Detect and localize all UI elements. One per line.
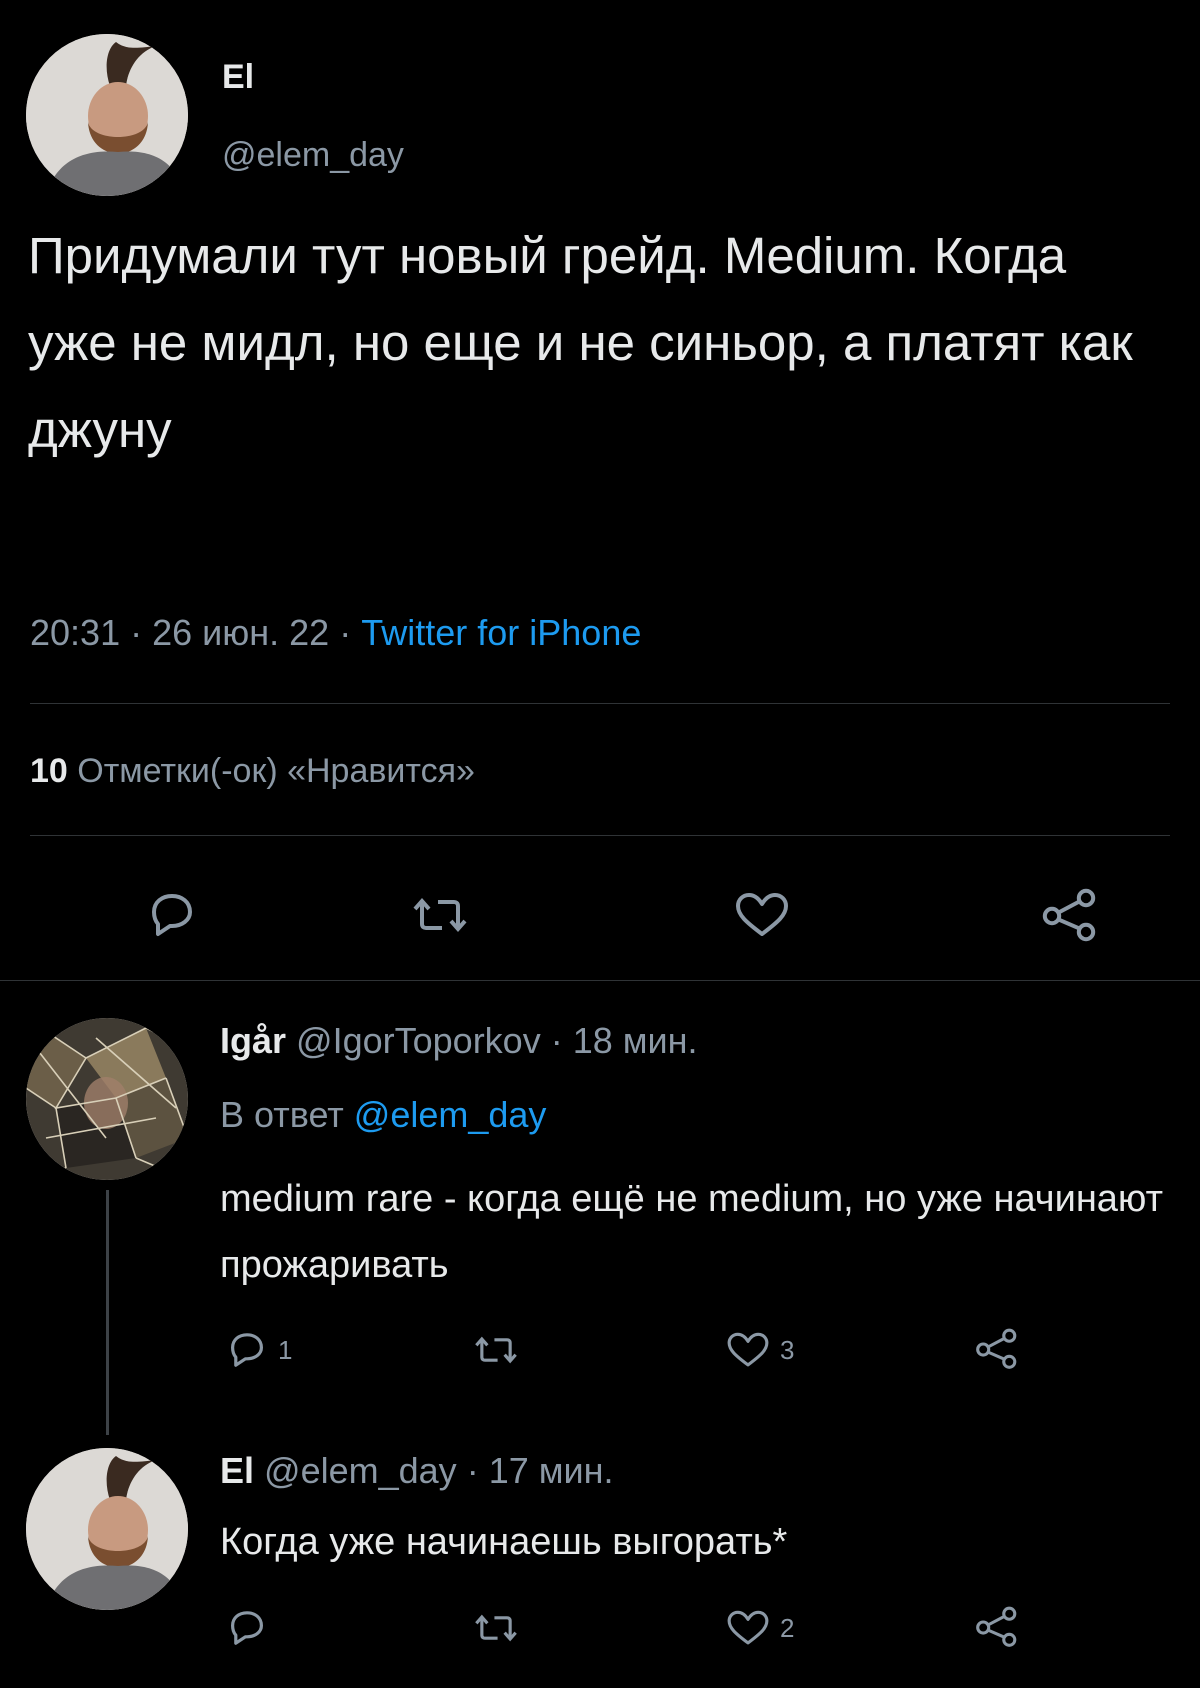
- like-icon: [736, 893, 788, 936]
- reply-to-prefix: В ответ: [220, 1094, 344, 1135]
- share-icon: [976, 1328, 1017, 1369]
- reply-2-like-button[interactable]: 2: [726, 1608, 794, 1648]
- reply-2-reply-button[interactable]: [226, 1608, 278, 1648]
- author-avatar[interactable]: [26, 34, 188, 196]
- like-button[interactable]: [734, 890, 790, 940]
- divider: [0, 980, 1200, 981]
- reply-1-reply-button[interactable]: 1: [226, 1330, 292, 1370]
- like-icon: [727, 1610, 769, 1645]
- retweet-button[interactable]: [412, 890, 468, 940]
- reply-1-text: medium rare - когда ещё не medium, но уж…: [220, 1178, 1164, 1286]
- likes-count: 10: [30, 752, 68, 790]
- author-display-name[interactable]: El: [222, 58, 254, 97]
- share-icon: [1042, 888, 1096, 942]
- reply-2-display-name[interactable]: El: [220, 1450, 254, 1491]
- reply-2-text: Когда уже начинаешь выгорать*: [220, 1521, 788, 1563]
- retweet-icon: [413, 897, 467, 933]
- meta-separator: ·: [339, 612, 352, 653]
- reply-button[interactable]: [146, 890, 198, 940]
- reply-icon: [231, 1611, 263, 1645]
- reply-1-age[interactable]: 18 мин.: [573, 1020, 698, 1061]
- reply-1-header: Igår @IgorToporkov · 18 мин.: [220, 1020, 698, 1062]
- divider: [30, 703, 1170, 704]
- tweet-meta: 20:31 · 26 июн. 22 · Twitter for iPhone: [30, 612, 641, 654]
- retweet-icon: [475, 1336, 517, 1364]
- thread-line: [106, 1190, 109, 1435]
- reply-icon: [231, 1333, 263, 1367]
- tweet-text: Придумали тут новый грейд. Medium. Когда…: [28, 227, 1133, 458]
- reply-1-display-name[interactable]: Igår: [220, 1020, 286, 1061]
- reply-1-handle[interactable]: @IgorToporkov: [296, 1020, 541, 1061]
- reply-2-share-button[interactable]: [974, 1604, 1020, 1648]
- divider: [30, 835, 1170, 836]
- retweet-icon: [475, 1614, 517, 1642]
- meta-separator: ·: [130, 612, 143, 653]
- tweet-date[interactable]: 26 июн. 22: [152, 612, 329, 653]
- reply-1-share-button[interactable]: [974, 1326, 1020, 1370]
- reply-to-handle[interactable]: @elem_day: [354, 1094, 547, 1135]
- reply-1-reply-count: 1: [278, 1334, 293, 1365]
- reply-1-retweet-button[interactable]: [474, 1330, 528, 1370]
- author-handle[interactable]: @elem_day: [222, 136, 404, 175]
- tweet-time[interactable]: 20:31: [30, 612, 120, 653]
- reply-1-like-button[interactable]: 3: [726, 1330, 794, 1370]
- likes-label: Отметки(-ок) «Нравится»: [77, 752, 475, 790]
- share-button[interactable]: [1040, 886, 1100, 942]
- tweet-source[interactable]: Twitter for iPhone: [361, 612, 641, 653]
- reply-2-header: El @elem_day · 17 мин.: [220, 1450, 614, 1492]
- share-icon: [976, 1606, 1017, 1647]
- reply-2-avatar[interactable]: [26, 1448, 188, 1610]
- reply-2-retweet-button[interactable]: [474, 1608, 528, 1648]
- likes-summary[interactable]: 10 Отметки(-ок) «Нравится»: [30, 752, 475, 791]
- reply-1-context: В ответ @elem_day: [220, 1094, 546, 1136]
- reply-2-handle[interactable]: @elem_day: [264, 1450, 457, 1491]
- reply-2-like-count: 2: [780, 1612, 795, 1643]
- reply-1-avatar[interactable]: [26, 1018, 188, 1180]
- meta-separator: ·: [466, 1450, 479, 1491]
- reply-1-like-count: 3: [780, 1334, 795, 1365]
- reply-icon: [152, 894, 192, 936]
- like-icon: [727, 1332, 769, 1367]
- meta-separator: ·: [550, 1020, 563, 1061]
- reply-2-age[interactable]: 17 мин.: [489, 1450, 614, 1491]
